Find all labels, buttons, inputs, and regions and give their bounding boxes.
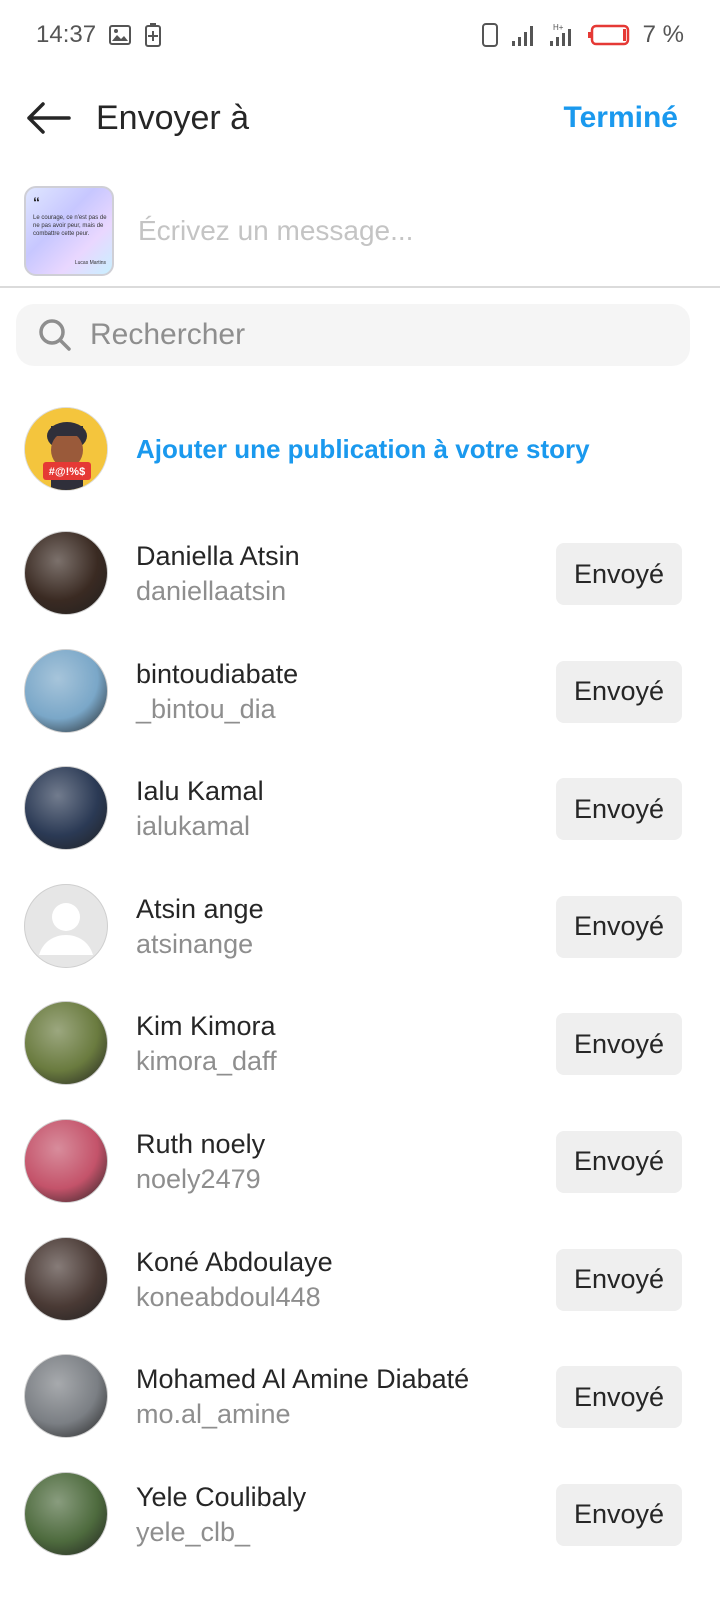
battery-saver-icon	[144, 22, 162, 48]
contact-username: noely2479	[136, 1163, 261, 1194]
avatar	[24, 531, 108, 615]
signal-icon	[511, 23, 537, 47]
contact-username: atsinange	[136, 928, 254, 959]
story-label: Ajouter une publication à votre story	[136, 433, 590, 464]
contact-row[interactable]: Yele Coulibaly yele_clb_ Envoyé	[0, 1471, 720, 1590]
avatar	[24, 1118, 108, 1203]
contact-list: Daniella Atsin daniellaatsin Envoyé bintoud…	[0, 531, 720, 1589]
status-left: 14:37	[36, 21, 162, 49]
contact-names: Atsin ange atsinange	[136, 892, 264, 962]
back-arrow-icon	[27, 102, 71, 134]
contact-name: Yele Coulibaly	[136, 1481, 307, 1512]
story-badge-text: #@!%$	[49, 466, 85, 478]
contact-username: ialukamal	[136, 811, 251, 842]
add-to-story-row[interactable]: #@!%$ Ajouter une publication à votre st…	[24, 406, 696, 492]
contact-name: Kim Kimora	[136, 1011, 276, 1042]
signal-h-icon: H+	[549, 22, 575, 48]
sent-button[interactable]: Envoyé	[556, 1248, 682, 1311]
phone-icon	[481, 22, 499, 48]
contact-names: Kim Kimora kimora_daff	[136, 1009, 277, 1079]
search-bar[interactable]	[16, 304, 690, 366]
memoji-avatar-icon: #@!%$	[25, 408, 107, 490]
status-bar: 14:37 H+ 7 %	[0, 0, 720, 70]
contact-name: Ialu Kamal	[136, 776, 264, 807]
sent-button[interactable]: Envoyé	[556, 543, 682, 605]
contact-names: bintoudiabate _bintou_dia	[136, 657, 298, 727]
battery-icon	[587, 23, 631, 47]
page-title: Envoyer à	[96, 98, 250, 137]
status-right: H+ 7 %	[481, 21, 684, 49]
avatar	[24, 883, 108, 968]
contact-username: yele_clb_	[136, 1516, 251, 1547]
contact-names: Mohamed Al Amine Diabaté mo.al_amine	[136, 1362, 469, 1432]
search-input[interactable]	[88, 317, 652, 353]
contact-row[interactable]: Ruth noely noely2479 Envoyé	[0, 1118, 720, 1237]
sent-button[interactable]: Envoyé	[556, 1013, 682, 1076]
avatar	[24, 766, 108, 851]
post-thumbnail: “ Le courage, ce n'est pas de ne pas avo…	[24, 186, 114, 276]
contact-name: Daniella Atsin	[136, 541, 300, 571]
image-icon	[108, 23, 132, 47]
avatar	[24, 1236, 108, 1321]
contact-username: daniellaatsin	[136, 576, 287, 606]
compose-row: “ Le courage, ce n'est pas de ne pas avo…	[0, 176, 720, 288]
story-avatar: #@!%$	[24, 407, 108, 491]
quote-mark: “	[33, 194, 40, 210]
contact-names: Yele Coulibaly yele_clb_	[136, 1480, 306, 1550]
contact-name: Atsin ange	[136, 893, 264, 924]
avatar	[24, 1471, 108, 1556]
contact-username: kimora_daff	[136, 1046, 277, 1077]
svg-text:H+: H+	[553, 23, 564, 32]
done-button[interactable]: Terminé	[564, 101, 696, 135]
contact-row[interactable]: Ialu Kamal ialukamal Envoyé	[0, 766, 720, 884]
contact-names: Daniella Atsin daniellaatsin	[136, 539, 300, 609]
message-input[interactable]	[136, 214, 660, 248]
search-icon	[39, 319, 71, 351]
avatar	[24, 648, 108, 733]
sent-button[interactable]: Envoyé	[556, 1130, 682, 1193]
contact-row[interactable]: Koné Abdoulaye koneabdoul448 Envoyé	[0, 1236, 720, 1355]
contact-row[interactable]: Atsin ange atsinange Envoyé	[0, 883, 720, 1002]
contact-row[interactable]: Daniella Atsin daniellaatsin Envoyé	[0, 531, 720, 649]
contact-names: Koné Abdoulaye koneabdoul448	[136, 1245, 333, 1315]
contact-name: bintoudiabate	[136, 658, 299, 689]
sent-button[interactable]: Envoyé	[556, 1483, 682, 1546]
contact-username: _bintou_dia	[136, 693, 276, 724]
default-avatar-icon	[39, 902, 93, 955]
status-time: 14:37	[36, 21, 97, 48]
sent-button[interactable]: Envoyé	[556, 660, 682, 723]
contact-username: koneabdoul448	[136, 1281, 321, 1312]
contact-row[interactable]: Mohamed Al Amine Diabaté mo.al_amine Envoy…	[0, 1354, 720, 1472]
sent-button[interactable]: Envoyé	[556, 1366, 682, 1429]
contact-name: Mohamed Al Amine Diabaté	[136, 1364, 470, 1395]
post-signature: Lucas Martins	[74, 260, 106, 266]
avatar	[24, 1354, 108, 1439]
contact-name: Ruth noely	[136, 1128, 266, 1159]
post-text: Le courage, ce n'est pas de ne pas avoir…	[33, 215, 107, 237]
back-button[interactable]	[24, 94, 72, 142]
contact-name: Koné Abdoulaye	[136, 1246, 333, 1277]
contact-names: Ialu Kamal ialukamal	[136, 774, 264, 844]
contact-row[interactable]: Kim Kimora kimora_daff Envoyé	[0, 1001, 720, 1119]
avatar	[24, 1001, 108, 1086]
sent-button[interactable]: Envoyé	[556, 778, 682, 841]
sent-button[interactable]: Envoyé	[556, 895, 682, 958]
battery-percent: 7 %	[642, 21, 684, 48]
contact-names: Ruth noely noely2479	[136, 1127, 265, 1197]
header: Envoyer à Terminé	[0, 78, 720, 158]
contact-row[interactable]: bintoudiabate _bintou_dia Envoyé	[0, 648, 720, 767]
contact-username: mo.al_amine	[136, 1399, 291, 1430]
